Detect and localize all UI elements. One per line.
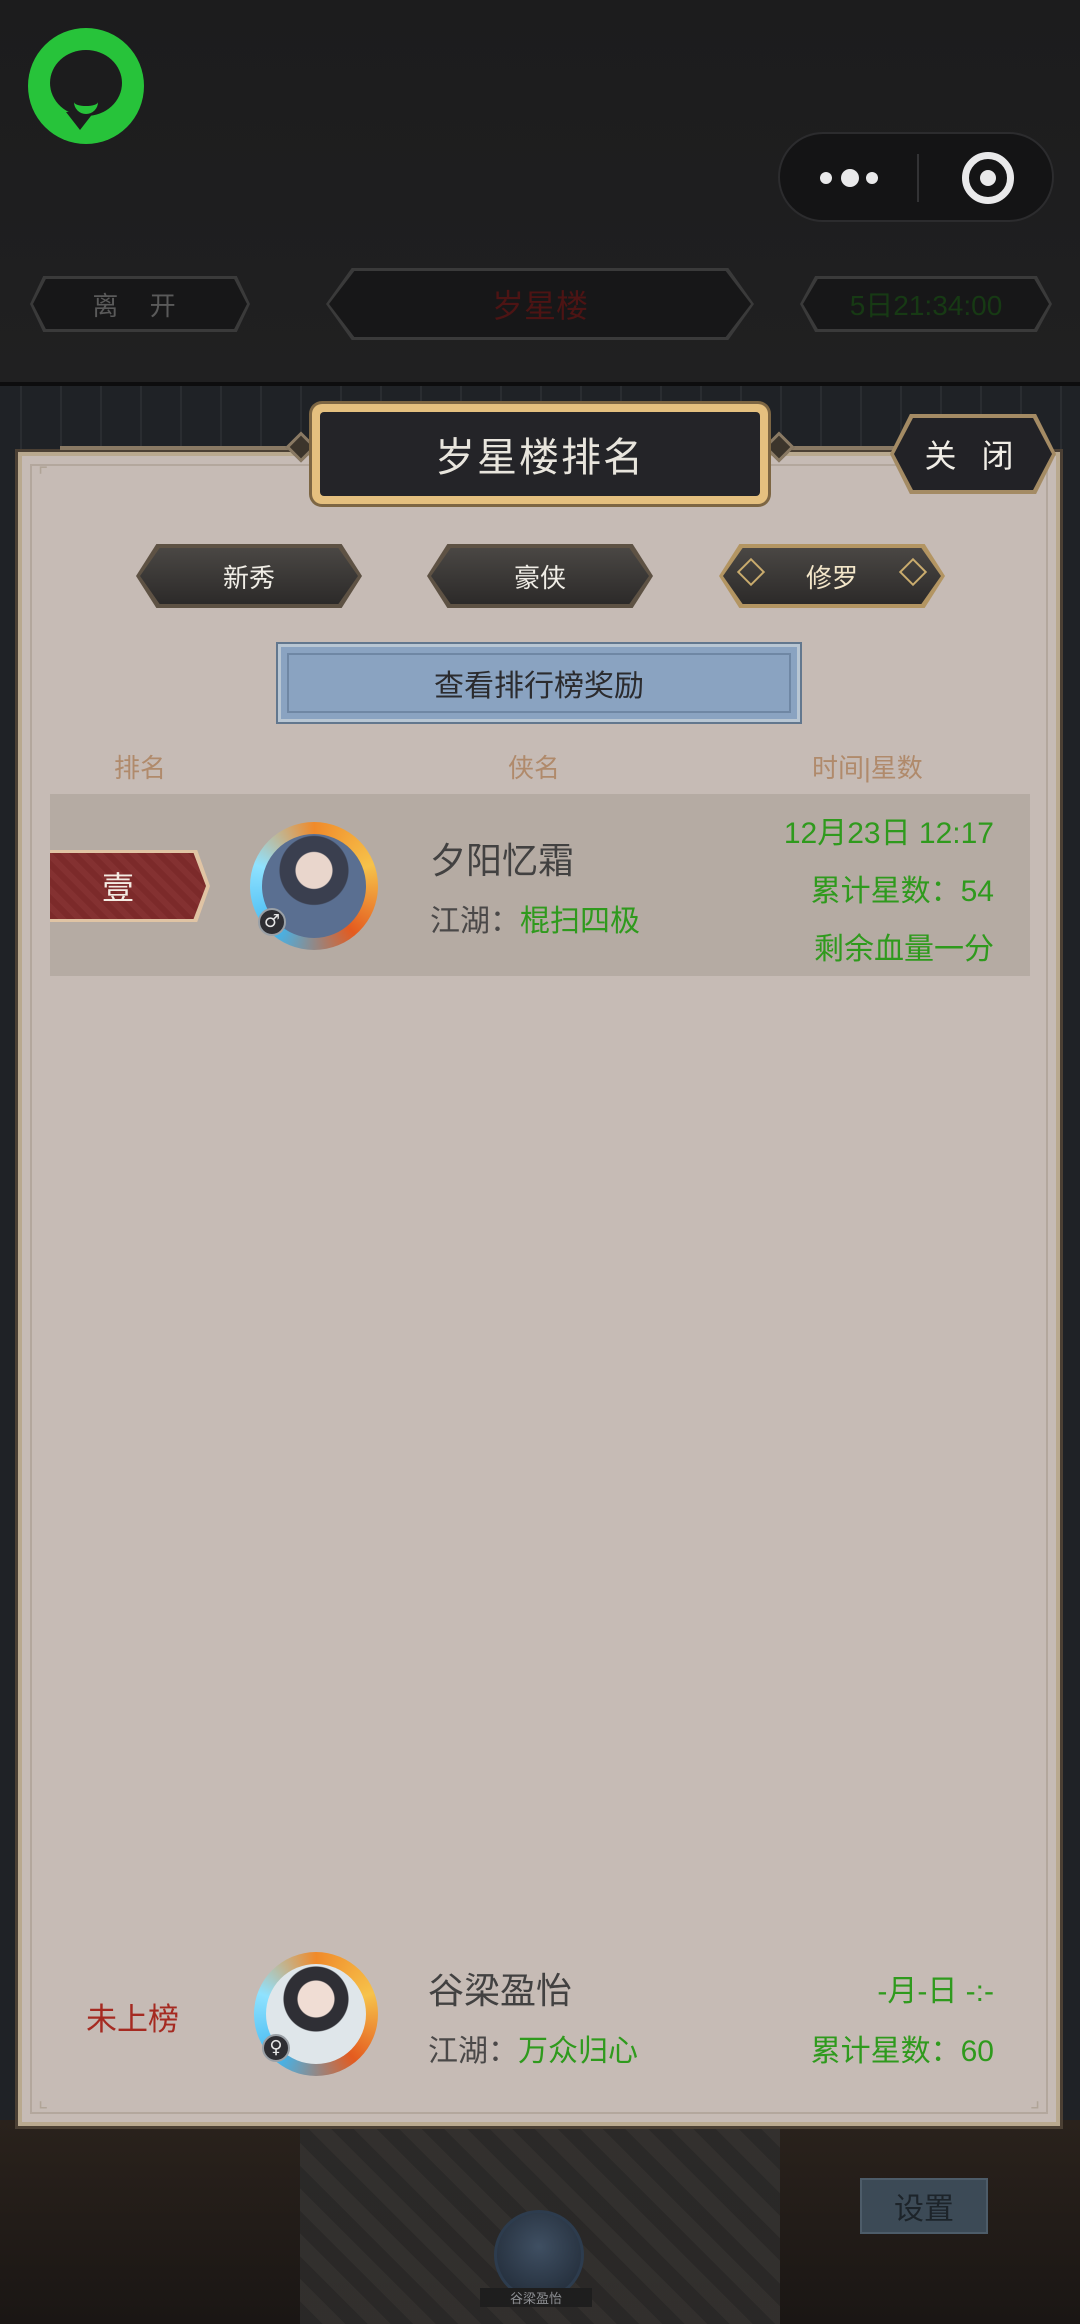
player-name: 夕阳忆霜 xyxy=(430,840,575,881)
header-wing-left xyxy=(60,446,312,450)
close-button[interactable]: 关 闭 xyxy=(890,414,1056,494)
tab-xiuluo[interactable]: 修罗 xyxy=(719,544,945,608)
tab-label: 新秀 xyxy=(222,562,275,593)
game-screen: 离 开 岁星楼 5日21:34:00 设置 谷梁盈怡 ⌜ ⌝ ⌞ ⌟ xyxy=(0,0,1080,2324)
dot xyxy=(841,169,859,187)
target-circle-icon[interactable] xyxy=(962,152,1014,204)
background-avatar xyxy=(494,2210,584,2300)
star-count: 累计星数：54 xyxy=(810,875,994,908)
self-clear-time: -月-日 -:- xyxy=(877,1975,994,2008)
column-header-time-stars: 时间|星数 xyxy=(812,753,923,783)
column-header-rank: 排名 xyxy=(114,753,167,783)
mini-program-capsule xyxy=(778,132,1054,222)
tab-haoxia[interactable]: 豪侠 xyxy=(427,544,653,608)
dialog-title: 岁星楼排名 xyxy=(435,436,645,480)
dot xyxy=(866,172,878,184)
close-button-fill: 关 闭 xyxy=(894,418,1052,490)
tower-title-plate: 岁星楼 xyxy=(326,268,754,340)
column-header-name: 侠名 xyxy=(508,753,561,783)
corner-ornament: ⌞ xyxy=(37,2088,49,2113)
self-jianghu-title: 江湖：万众归心 xyxy=(428,2026,638,2070)
capsule-divider xyxy=(917,154,919,202)
leave-label: 离 开 xyxy=(92,290,188,321)
close-label: 关 闭 xyxy=(924,438,1022,474)
countdown-plate: 5日21:34:00 xyxy=(800,276,1052,332)
rank-badge: 壹 xyxy=(50,850,210,922)
tab-fill: 新秀 xyxy=(140,548,358,604)
target-dot xyxy=(980,170,996,186)
settings-label: 设置 xyxy=(894,2193,954,2226)
self-star-count: 累计星数：60 xyxy=(810,2035,994,2068)
tower-title-fill: 岁星楼 xyxy=(329,271,751,337)
more-dots-icon[interactable] xyxy=(820,162,878,192)
countdown-timer: 5日21:34:00 xyxy=(849,290,1003,321)
dialog-title-plaque: 岁星楼排名 xyxy=(312,404,768,504)
countdown-fill: 5日21:34:00 xyxy=(803,279,1049,329)
leave-button-fill: 离 开 xyxy=(33,279,247,329)
dialog-title-inner: 岁星楼排名 xyxy=(320,412,760,496)
jianghu-label: 江湖： xyxy=(428,2035,518,2068)
self-player-name: 谷梁盈怡 xyxy=(428,1970,573,2011)
corner-ornament: ⌟ xyxy=(1029,2088,1041,2113)
leave-button[interactable]: 离 开 xyxy=(30,276,250,332)
jianghu-title: 江湖：棍扫四极 xyxy=(430,896,640,940)
tower-title: 岁星楼 xyxy=(491,288,588,324)
chat-bubble-icon[interactable] xyxy=(28,28,144,144)
rank-number: 壹 xyxy=(101,870,134,906)
jianghu-value: 棍扫四极 xyxy=(520,905,640,938)
corner-ornament: ⌜ xyxy=(37,464,49,489)
remaining-hp: 剩余血量一分 xyxy=(814,933,994,966)
jianghu-label: 江湖： xyxy=(430,905,520,938)
female-icon: ♀ xyxy=(262,2034,290,2062)
clear-time: 12月23日 12:17 xyxy=(783,817,994,850)
dot xyxy=(820,172,832,184)
self-avatar[interactable]: ♀ xyxy=(254,1952,378,2076)
male-icon: ♂ xyxy=(258,908,286,936)
view-rewards-label: 查看排行榜奖励 xyxy=(434,670,644,703)
rank-badge-fill: 壹 xyxy=(50,853,206,919)
settings-button[interactable]: 设置 xyxy=(860,2178,988,2234)
tab-fill: 豪侠 xyxy=(431,548,649,604)
avatar[interactable]: ♂ xyxy=(250,822,378,950)
jianghu-value: 万众归心 xyxy=(518,2035,638,2068)
top-bar: 离 开 岁星楼 5日21:34:00 xyxy=(0,0,1080,386)
logo-tail xyxy=(66,112,94,130)
self-rank-status: 未上榜 xyxy=(86,2002,179,2037)
background-avatar-name: 谷梁盈怡 xyxy=(480,2288,592,2307)
view-rewards-button[interactable]: 查看排行榜奖励 xyxy=(278,644,800,722)
tab-label: 修罗 xyxy=(805,562,858,593)
tab-label: 豪侠 xyxy=(513,562,566,593)
tab-xinxiu[interactable]: 新秀 xyxy=(136,544,362,608)
